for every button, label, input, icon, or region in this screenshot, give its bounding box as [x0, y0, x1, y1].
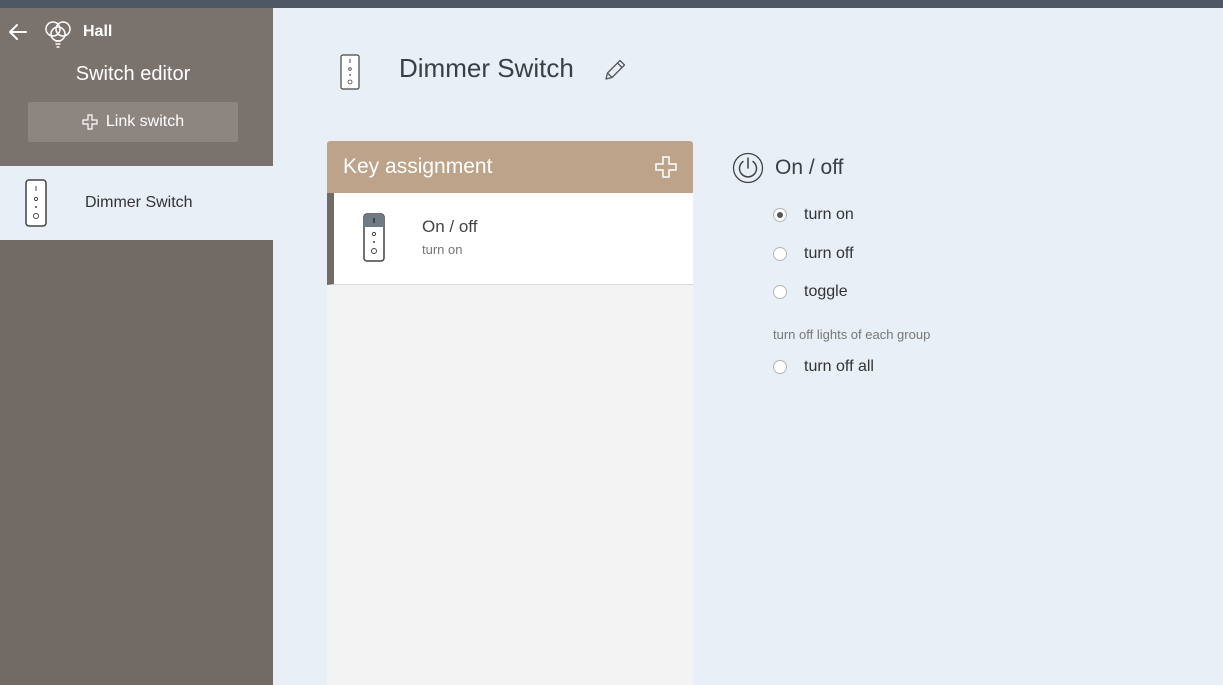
- plus-icon: [82, 114, 98, 130]
- dimmer-switch-icon: [340, 54, 360, 90]
- page-title: Switch editor: [75, 63, 191, 85]
- radio-button[interactable]: [773, 208, 787, 222]
- dimmer-switch-top-key-icon: [363, 213, 385, 262]
- radio-label: turn off: [804, 245, 854, 262]
- radio-turn-off-all[interactable]: turn off all: [773, 358, 874, 376]
- arrow-left-icon[interactable]: [6, 20, 30, 44]
- key-assignment-panel: Key assignment On / off turn on: [327, 141, 693, 685]
- radio-label: turn off all: [804, 358, 874, 375]
- sidebar-item-dimmer-switch[interactable]: Dimmer Switch: [0, 166, 273, 240]
- radio-label: toggle: [804, 283, 848, 300]
- key-assignment-item[interactable]: On / off turn on: [327, 193, 693, 285]
- pencil-icon[interactable]: [602, 57, 628, 83]
- key-item-title: On / off: [422, 217, 478, 236]
- sidebar: Hall Switch editor Link switch Dimmer Sw…: [0, 8, 273, 685]
- bulbs-icon: [45, 21, 71, 48]
- plus-icon[interactable]: [655, 156, 677, 178]
- top-bar: [0, 0, 1223, 8]
- radio-turn-off[interactable]: turn off: [773, 245, 854, 263]
- sidebar-header: Hall Switch editor Link switch: [0, 8, 273, 166]
- link-switch-button[interactable]: Link switch: [28, 102, 238, 142]
- action-title: On / off: [775, 156, 844, 179]
- sidebar-item-label: Dimmer Switch: [85, 194, 193, 211]
- radio-turn-on[interactable]: turn on: [773, 206, 854, 224]
- key-assignment-header: Key assignment: [327, 141, 693, 193]
- radio-button[interactable]: [773, 247, 787, 261]
- key-item-subtitle: turn on: [422, 242, 463, 257]
- radio-button[interactable]: [773, 360, 787, 374]
- dimmer-switch-icon: [25, 179, 47, 227]
- radio-button[interactable]: [773, 285, 787, 299]
- key-assignment-title: Key assignment: [343, 155, 493, 178]
- link-switch-label: Link switch: [105, 113, 185, 130]
- power-icon: [732, 152, 764, 184]
- group-note: turn off lights of each group: [773, 327, 931, 342]
- switch-name: Dimmer Switch: [399, 53, 574, 83]
- radio-label: turn on: [804, 206, 854, 223]
- room-name: Hall: [83, 23, 113, 40]
- radio-toggle[interactable]: toggle: [773, 283, 848, 301]
